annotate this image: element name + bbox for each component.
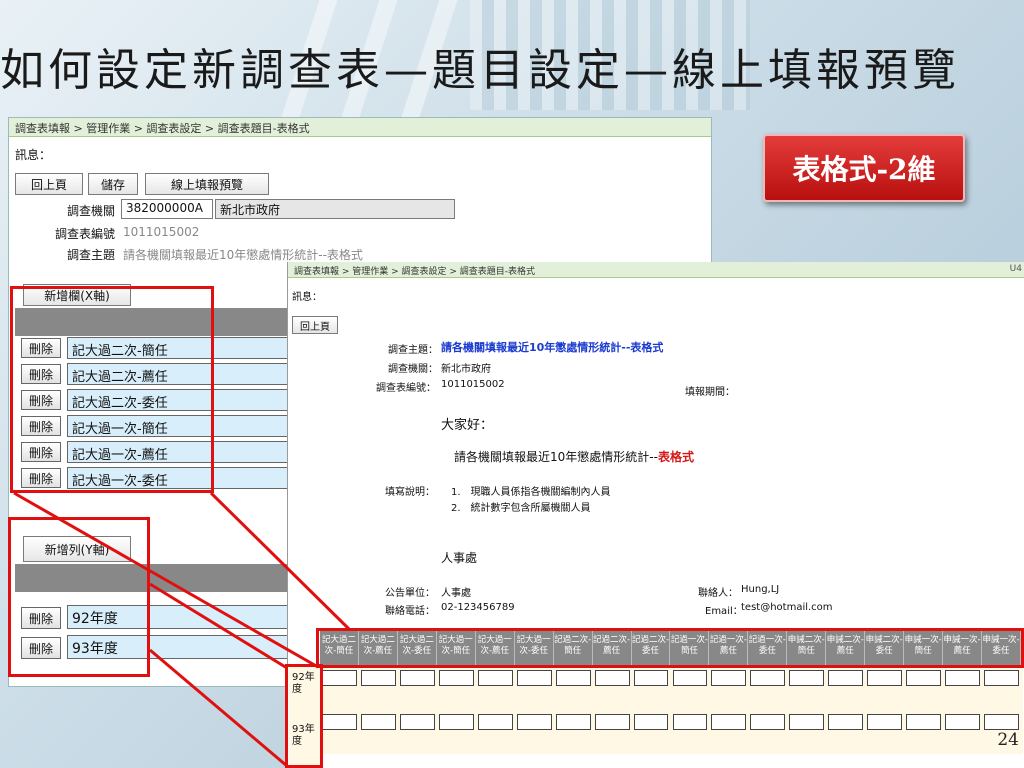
slide-title: 如何設定新調查表—題目設定—線上填報預覽 bbox=[0, 45, 960, 96]
preview-contact-value: Hung,LJ bbox=[741, 584, 780, 595]
preview-input-cell[interactable] bbox=[750, 714, 786, 730]
preview-greeting: 大家好： bbox=[441, 418, 494, 433]
preview-rows-highlight bbox=[285, 664, 323, 768]
preview-input-cell[interactable] bbox=[399, 670, 435, 686]
preview-corner-label: U4 bbox=[1009, 264, 1022, 274]
back-button[interactable]: 回上頁 bbox=[15, 173, 83, 195]
preview-input-cell[interactable] bbox=[711, 670, 747, 686]
preview-input-cell[interactable] bbox=[672, 670, 708, 686]
preview-input-cell[interactable] bbox=[555, 670, 591, 686]
preview-intro-text: 請各機關填報最近10年懲處情形統計-- bbox=[454, 450, 658, 464]
preview-phone-label: 聯絡電話： bbox=[385, 606, 435, 617]
preview-announce-label: 公告單位： bbox=[385, 588, 435, 599]
preview-intro-highlight: 表格式 bbox=[657, 450, 694, 464]
preview-contact-label: 聯絡人： bbox=[698, 588, 738, 599]
preview-input-cell[interactable] bbox=[322, 714, 357, 730]
preview-input-cell[interactable] bbox=[477, 714, 513, 730]
preview-input-cell[interactable] bbox=[438, 670, 474, 686]
preview-input-cell[interactable] bbox=[906, 670, 942, 686]
preview-input-cell[interactable] bbox=[789, 670, 825, 686]
preview-columns-highlight bbox=[316, 628, 1024, 668]
preview-info-label: 訊息： bbox=[292, 292, 322, 303]
preview-input-cell[interactable] bbox=[945, 670, 981, 686]
preview-agency-label: 調查機關： bbox=[388, 364, 438, 375]
preview-input-cell[interactable] bbox=[945, 714, 981, 730]
preview-instruction-2: 2. 統計數字包含所屬機關人員 bbox=[451, 503, 591, 514]
preview-table-row bbox=[320, 666, 1023, 688]
preview-back-button[interactable]: 回上頁 bbox=[292, 316, 338, 334]
preview-input-cell[interactable] bbox=[322, 670, 357, 686]
preview-phone-value: 02-123456789 bbox=[441, 602, 515, 613]
preview-input-cell[interactable] bbox=[594, 670, 630, 686]
preview-subject-value: 請各機關填報最近10年懲處情形統計--表格式 bbox=[441, 341, 664, 354]
preview-input-cell[interactable] bbox=[633, 670, 669, 686]
page-number: 24 bbox=[997, 730, 1019, 750]
x-axis-highlight bbox=[10, 286, 214, 493]
save-button[interactable]: 儲存 bbox=[88, 173, 138, 195]
preview-input-cell[interactable] bbox=[867, 714, 903, 730]
preview-input-cell[interactable] bbox=[750, 670, 786, 686]
survey-no-value: 1011015002 bbox=[123, 225, 200, 239]
preview-input-cell[interactable] bbox=[672, 714, 708, 730]
preview-input-cell[interactable] bbox=[867, 670, 903, 686]
preview-window: 調查表填報 > 管理作業 > 調查表設定 > 調查表題目-表格式 U4 訊息： … bbox=[287, 262, 1024, 768]
preview-input-cell[interactable] bbox=[399, 714, 435, 730]
survey-no-label: 調查表編號 bbox=[54, 227, 115, 241]
preview-intro: 請各機關填報最近10年懲處情形統計--表格式 bbox=[454, 448, 694, 465]
preview-input-cell[interactable] bbox=[828, 670, 864, 686]
info-label: 訊息： bbox=[15, 148, 52, 162]
preview-survey-no-value: 1011015002 bbox=[441, 379, 505, 390]
preview-input-cell[interactable] bbox=[438, 714, 474, 730]
preview-announce-value: 人事處 bbox=[441, 588, 471, 599]
y-axis-highlight bbox=[8, 517, 150, 677]
preview-subject-label: 調查主題： bbox=[388, 345, 438, 356]
preview-input-cell[interactable] bbox=[477, 670, 513, 686]
preview-breadcrumb: 調查表填報 > 管理作業 > 調查表設定 > 調查表題目-表格式 bbox=[288, 262, 1024, 278]
table-type-badge: 表格式-2維 bbox=[763, 134, 965, 202]
preview-instruction-1: 1. 現職人員係指各機關編制內人員 bbox=[451, 487, 611, 498]
preview-department: 人事處 bbox=[441, 551, 478, 565]
preview-input-cell[interactable] bbox=[633, 714, 669, 730]
preview-agency-value: 新北市政府 bbox=[441, 364, 491, 375]
preview-input-cell[interactable] bbox=[789, 714, 825, 730]
preview-table-spacer bbox=[320, 732, 1023, 754]
preview-button[interactable]: 線上填報預覽 bbox=[145, 173, 269, 195]
preview-instructions-label: 填寫說明： bbox=[385, 487, 435, 498]
preview-input-cell[interactable] bbox=[555, 714, 591, 730]
agency-name-field: 新北市政府 bbox=[215, 199, 455, 219]
preview-input-cell[interactable] bbox=[594, 714, 630, 730]
preview-input-cell[interactable] bbox=[906, 714, 942, 730]
preview-input-cell[interactable] bbox=[984, 670, 1019, 686]
subject-label: 調查主題 bbox=[66, 248, 115, 262]
agency-label: 調查機關 bbox=[66, 204, 115, 218]
preview-input-cell[interactable] bbox=[828, 714, 864, 730]
subject-value: 請各機關填報最近10年懲處情形統計--表格式 bbox=[123, 248, 363, 262]
preview-email-value: test@hotmail.com bbox=[741, 602, 833, 613]
preview-period-label: 填報期間： bbox=[685, 387, 735, 398]
agency-code-field[interactable]: 382000000A bbox=[121, 199, 213, 219]
breadcrumb: 調查表填報 > 管理作業 > 調查表設定 > 調查表題目-表格式 bbox=[9, 118, 711, 137]
preview-survey-no-label: 調查表編號： bbox=[376, 383, 436, 394]
preview-input-cell[interactable] bbox=[516, 714, 552, 730]
preview-input-cell[interactable] bbox=[360, 670, 396, 686]
preview-input-cell[interactable] bbox=[516, 670, 552, 686]
preview-input-cell[interactable] bbox=[360, 714, 396, 730]
preview-table-row bbox=[320, 710, 1023, 732]
preview-input-cell[interactable] bbox=[984, 714, 1019, 730]
preview-email-label: Email： bbox=[705, 606, 743, 617]
preview-input-cell[interactable] bbox=[711, 714, 747, 730]
preview-table-spacer bbox=[320, 688, 1023, 710]
